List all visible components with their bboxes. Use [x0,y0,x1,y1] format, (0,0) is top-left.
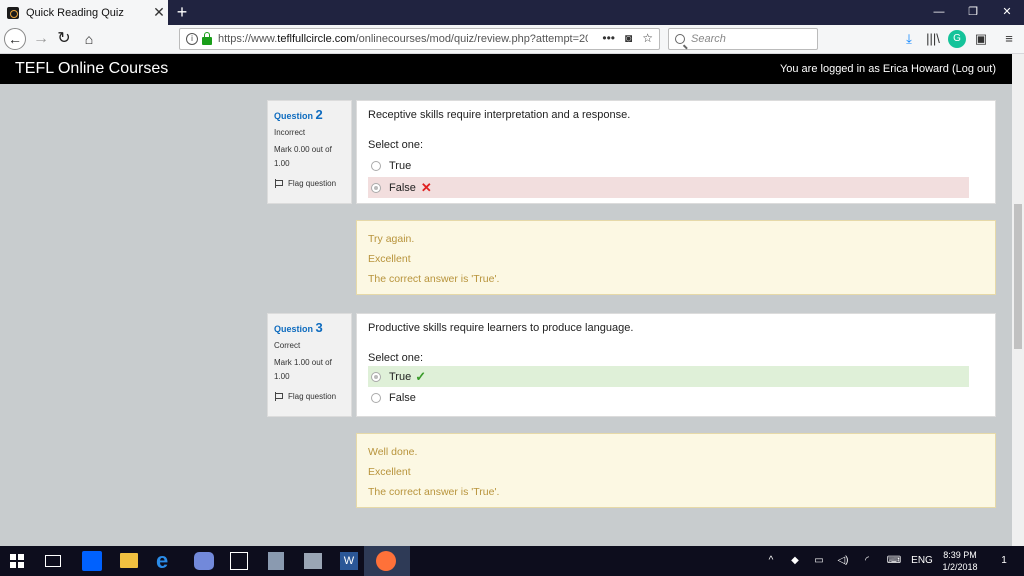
dropbox-tray-icon[interactable]: ◆ [788,546,802,576]
firefox-icon[interactable] [376,551,396,571]
browser-nav-bar: ← → ↻ ⌂ i https://www.teflfullcircle.com… [0,25,1024,54]
feedback-correct-answer: The correct answer is 'True'. [368,486,500,498]
select-prompt: Select one: [368,139,424,151]
volume-icon[interactable]: ◁) [834,546,852,576]
question-3-feedback: Well done. Excellent The correct answer … [356,433,996,508]
show-hidden-icons-chevron-icon[interactable]: ^ [764,546,778,576]
sidebar-icon[interactable]: ▣ [972,30,990,48]
answer-option-false[interactable]: False [368,387,969,408]
feedback-general: Try again. [368,233,415,245]
edge-browser-icon[interactable]: e [156,550,178,572]
forward-arrow-icon[interactable]: → [30,28,52,50]
incorrect-icon: ✕ [420,179,432,195]
home-icon[interactable]: ⌂ [78,28,100,50]
word-icon[interactable]: W [340,552,358,570]
site-favicon-icon [7,6,19,19]
feedback-general: Well done. [368,446,418,458]
browser-tab-bar: Quick Reading Quiz ✕ + — ❐ ✕ [0,0,1024,25]
search-input[interactable]: Search [668,28,818,50]
flag-icon [274,179,283,188]
feedback-correct-answer: The correct answer is 'True'. [368,273,500,285]
tab-quiz[interactable]: Quick Reading Quiz ✕ [0,0,168,25]
close-window-button[interactable]: ✕ [990,0,1024,25]
question-2-info: Question 2 Incorrect Mark 0.00 out of 1.0… [267,100,352,204]
paint-icon[interactable] [268,552,284,570]
grammarly-icon[interactable]: G [948,30,966,48]
answer-option-true[interactable]: True ✓ [368,366,969,387]
login-info[interactable]: You are logged in as Erica Howard (Log o… [780,63,996,75]
question-grade: Mark 1.00 out of 1.00 [274,358,332,381]
question-3-info: Question 3 Correct Mark 1.00 out of 1.00 … [267,313,352,417]
pocket-icon[interactable]: ◙ [625,31,632,45]
search-icon [675,34,685,44]
flag-icon [274,392,283,401]
flag-question-button[interactable]: Flag question [274,392,345,401]
system-clock[interactable]: 8:39 PM 1/2/2018 [936,549,984,573]
question-3-content: Productive skills require learners to pr… [356,313,996,417]
discord-icon[interactable] [194,552,214,570]
library-icon[interactable]: |||\ [924,30,942,48]
photos-icon[interactable] [230,552,248,570]
download-icon[interactable]: ⤓ [900,30,918,48]
new-tab-button[interactable]: + [172,0,192,25]
page-actions-icon[interactable]: ••• [602,31,615,45]
answer-option-false[interactable]: False ✕ [368,177,969,198]
windows-start-icon[interactable] [10,554,24,568]
feedback-specific: Excellent [368,253,411,265]
file-explorer-icon[interactable] [120,553,138,568]
scrollbar-thumb[interactable] [1014,204,1022,349]
correct-icon: ✓ [415,368,427,384]
clock-date: 1/2/2018 [942,562,978,572]
radio-button[interactable] [371,182,381,193]
search-placeholder: Search [691,33,726,45]
flag-question-button[interactable]: Flag question [274,179,345,188]
question-2-feedback: Try again. Excellent The correct answer … [356,220,996,295]
site-title[interactable]: TEFL Online Courses [15,60,168,78]
dropbox-icon[interactable] [82,551,102,571]
answer-option-true[interactable]: True [368,155,969,176]
lock-icon [202,31,212,45]
url-bar[interactable]: i https://www.teflfullcircle.com/onlinec… [179,28,660,50]
question-text: Receptive skills require interpretation … [368,109,631,121]
clock-time: 8:39 PM [943,550,977,560]
question-grade: Mark 0.00 out of 1.00 [274,145,332,168]
radio-button[interactable] [371,392,381,403]
question-state: Correct [274,341,301,350]
language-indicator[interactable]: ENG [910,546,934,576]
battery-icon[interactable]: ▭ [810,546,828,576]
question-text: Productive skills require learners to pr… [368,322,634,334]
site-header: TEFL Online Courses You are logged in as… [0,54,1012,84]
url-text[interactable]: https://www.teflfullcircle.com/onlinecou… [218,33,588,45]
action-center-icon[interactable]: 1 [994,546,1014,576]
tab-title: Quick Reading Quiz [26,6,124,19]
question-number: Question 2 [274,107,323,122]
reload-icon[interactable]: ↻ [53,28,75,50]
question-state: Incorrect [274,128,306,137]
question-2-content: Receptive skills require interpretation … [356,100,996,204]
restore-button[interactable]: ❐ [956,0,990,25]
close-tab-icon[interactable]: ✕ [150,0,168,25]
feedback-specific: Excellent [368,466,411,478]
page-scrollbar[interactable] [1012,54,1024,546]
quiz-review-content: Question 2 Incorrect Mark 0.00 out of 1.0… [0,84,1012,546]
wifi-icon[interactable]: ◜ [858,546,876,576]
back-arrow-icon[interactable]: ← [4,28,26,50]
bookmark-star-icon[interactable]: ☆ [642,31,653,45]
task-view-icon[interactable] [45,555,61,567]
radio-button[interactable] [371,371,381,382]
notification-count: 1 [1001,555,1007,566]
app-icon[interactable] [304,553,322,569]
minimize-button[interactable]: — [922,0,956,25]
keyboard-icon[interactable]: ⌨ [884,546,904,576]
question-number: Question 3 [274,320,323,335]
select-prompt: Select one: [368,352,424,364]
windows-taskbar: e W ^ ◆ ▭ ◁) ◜ ⌨ ENG 8:39 PM 1/2/2018 1 [0,546,1024,576]
radio-button[interactable] [371,160,381,171]
site-info-icon[interactable]: i [186,33,198,45]
menu-icon[interactable]: ≡ [1000,30,1018,48]
